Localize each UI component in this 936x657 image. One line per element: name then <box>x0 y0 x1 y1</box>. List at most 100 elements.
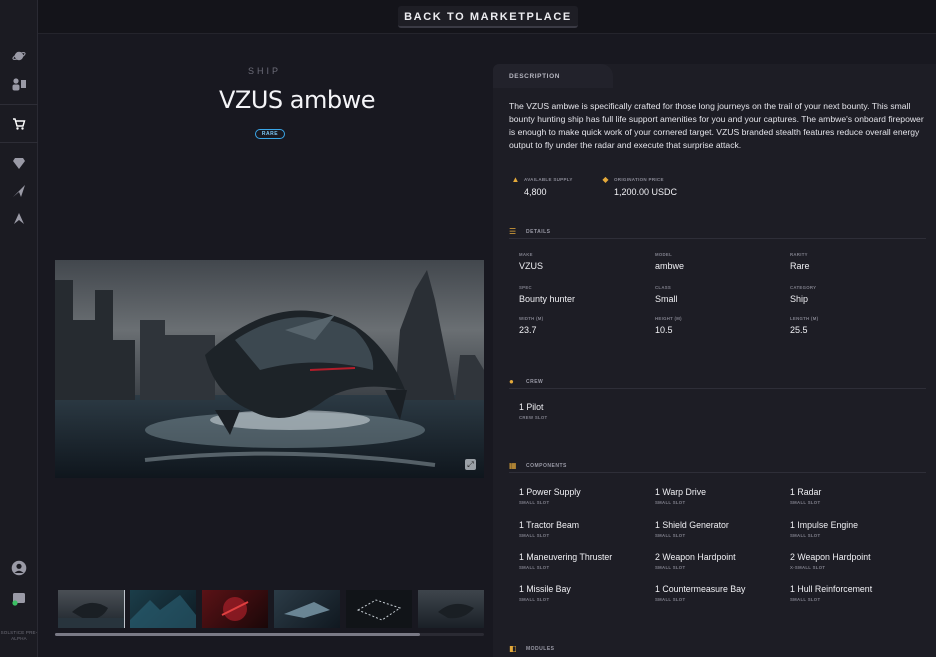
component-item: 1 Missile Bay SMALL SLOT <box>519 584 571 602</box>
detail-key: CLASS <box>655 285 672 290</box>
rarity-badge: RARE <box>255 129 285 139</box>
detail-item: HEIGHT (M) 10.5 <box>655 316 682 335</box>
thumbnail[interactable] <box>418 590 484 628</box>
component-name: 1 Power Supply <box>519 487 581 497</box>
version-label: SOLSTICE PRE-ALPHA <box>0 630 38 641</box>
price-tag-icon: ◆ <box>602 175 609 184</box>
checklist-icon: ☰ <box>509 227 517 236</box>
rail-group-market <box>0 105 38 143</box>
product-category: SHIP <box>248 66 282 76</box>
detail-item: WIDTH (M) 23.7 <box>519 316 543 335</box>
back-to-marketplace-button[interactable]: BACK TO MARKETPLACE <box>398 6 578 28</box>
crew-title: CREW <box>526 379 544 385</box>
profile-icon[interactable] <box>9 558 29 578</box>
component-slot: X-SMALL SLOT <box>790 565 826 570</box>
wallet-icon[interactable] <box>9 588 29 608</box>
modules-header: ◧ MODULES <box>509 644 926 656</box>
details-title: DETAILS <box>526 229 551 235</box>
component-name: 1 Radar <box>790 487 822 497</box>
thumbnail[interactable] <box>274 590 340 628</box>
detail-key: MODEL <box>655 252 673 257</box>
detail-item: CLASS Small <box>655 285 678 304</box>
thumbnail[interactable] <box>202 590 268 628</box>
component-slot: SMALL SLOT <box>655 500 686 505</box>
component-name: 1 Impulse Engine <box>790 520 858 530</box>
rail-group-top <box>0 0 38 105</box>
detail-value: Ship <box>790 294 809 304</box>
component-item: 2 Weapon Hardpoint SMALL SLOT <box>655 552 736 570</box>
component-slot: SMALL SLOT <box>519 565 550 570</box>
scrollbar-thumb[interactable] <box>55 633 420 636</box>
component-name: 1 Maneuvering Thruster <box>519 552 613 562</box>
detail-key: SPEC <box>519 285 532 290</box>
detail-key: WIDTH (M) <box>519 316 544 321</box>
component-slot: SMALL SLOT <box>519 533 550 538</box>
component-slot: SMALL SLOT <box>519 500 550 505</box>
components-title: COMPONENTS <box>526 463 567 469</box>
details-header: ☰ DETAILS <box>509 227 926 239</box>
expand-icon[interactable]: ⤢ <box>465 459 476 470</box>
component-item: 1 Tractor Beam SMALL SLOT <box>519 520 579 538</box>
component-item: 1 Radar SMALL SLOT <box>790 487 821 505</box>
component-slot: SMALL SLOT <box>655 533 686 538</box>
component-slot: SMALL SLOT <box>790 597 821 602</box>
detail-value: Small <box>655 294 678 304</box>
detail-value: Rare <box>790 261 810 271</box>
supply-icon: ▲ <box>511 175 520 184</box>
crew-slot: CREW SLOT <box>519 415 548 420</box>
crew-header: ● CREW <box>509 377 926 389</box>
thumbnail[interactable] <box>130 590 196 628</box>
detail-value: 10.5 <box>655 325 673 335</box>
grid-icon: ▦ <box>509 461 517 470</box>
tab-description[interactable]: DESCRIPTION <box>493 64 613 88</box>
detail-value: VZUS <box>519 261 544 271</box>
component-name: 2 Weapon Hardpoint <box>790 552 871 562</box>
component-item: 1 Power Supply SMALL SLOT <box>519 487 581 505</box>
module-icon: ◧ <box>509 644 517 653</box>
component-slot: SMALL SLOT <box>655 597 686 602</box>
crew-name: 1 Pilot <box>519 402 544 412</box>
component-item: 2 Weapon Hardpoint X-SMALL SLOT <box>790 552 871 570</box>
component-name: 1 Shield Generator <box>655 520 729 530</box>
components-header: ▦ COMPONENTS <box>509 461 926 473</box>
thumbnail-scrollbar[interactable] <box>55 633 484 636</box>
planet-icon[interactable] <box>9 46 29 66</box>
component-slot: SMALL SLOT <box>790 500 821 505</box>
detail-value: Bounty hunter <box>519 294 576 304</box>
thumbnail-strip <box>58 590 484 628</box>
person-icon: ● <box>509 377 514 386</box>
thumbnail[interactable] <box>58 590 125 628</box>
arrow-logo-icon[interactable] <box>9 208 29 228</box>
component-name: 1 Warp Drive <box>655 487 706 497</box>
component-item: 1 Hull Reinforcement SMALL SLOT <box>790 584 872 602</box>
detail-key: RARITY <box>790 252 808 257</box>
detail-value: ambwe <box>655 261 685 271</box>
component-slot: SMALL SLOT <box>519 597 550 602</box>
hero-image: ⤢ <box>55 260 484 478</box>
top-bar: BACK TO MARKETPLACE <box>38 0 936 34</box>
thumbnail[interactable] <box>346 590 412 628</box>
ship-icon[interactable] <box>9 181 29 201</box>
component-name: 1 Hull Reinforcement <box>790 584 873 594</box>
detail-key: MAKE <box>519 252 533 257</box>
detail-item: LENGTH (M) 25.5 <box>790 316 818 335</box>
characters-icon[interactable] <box>9 74 29 94</box>
detail-value: 23.7 <box>519 325 537 335</box>
component-item: 1 Countermeasure Bay SMALL SLOT <box>655 584 745 602</box>
component-name: 1 Missile Bay <box>519 584 571 594</box>
crew-item: 1 Pilot CREW SLOT <box>519 402 547 420</box>
detail-value: 25.5 <box>790 325 808 335</box>
detail-item: MAKE VZUS <box>519 252 543 271</box>
component-name: 2 Weapon Hardpoint <box>655 552 736 562</box>
left-rail: SOLSTICE PRE-ALPHA <box>0 0 38 657</box>
component-name: 1 Tractor Beam <box>519 520 580 530</box>
price-label: ORIGINATION PRICE <box>614 177 664 182</box>
rail-group-mid <box>0 143 38 243</box>
detail-key: LENGTH (M) <box>790 316 819 321</box>
cart-icon[interactable] <box>9 114 29 134</box>
diamond-icon[interactable] <box>9 153 29 173</box>
component-item: 1 Shield Generator SMALL SLOT <box>655 520 729 538</box>
component-slot: SMALL SLOT <box>655 565 686 570</box>
supply-value: 4,800 <box>524 187 547 197</box>
modules-title: MODULES <box>526 646 555 652</box>
